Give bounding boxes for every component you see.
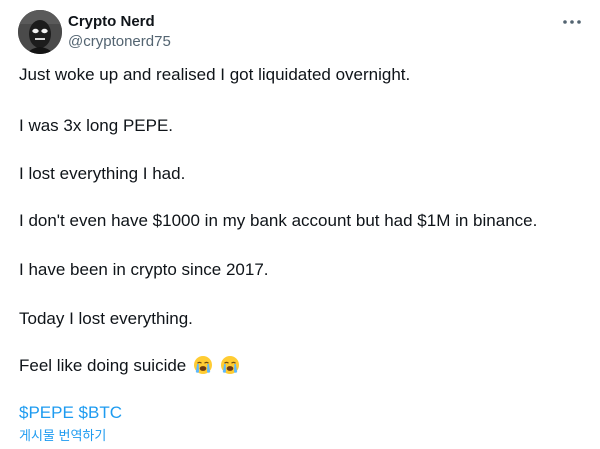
tweet-line-last: Feel like doing suicide	[19, 355, 240, 377]
display-name[interactable]: Crypto Nerd	[68, 13, 155, 31]
tweet-line: I lost everything I had.	[19, 164, 186, 183]
tweet-line: I don't even have $1000 in my bank accou…	[19, 211, 538, 230]
masked-person-avatar-icon	[18, 10, 62, 54]
avatar[interactable]	[18, 10, 62, 54]
tweet-line: Today I lost everything.	[19, 309, 193, 328]
tweet-line: Just woke up and realised I got liquidat…	[19, 65, 411, 84]
cashtag-link[interactable]: $BTC	[79, 403, 122, 422]
cashtags: $PEPE $BTC	[19, 402, 122, 424]
translate-post-link[interactable]: 게시물 번역하기	[19, 428, 106, 444]
loudly-crying-face-icon	[194, 356, 212, 374]
tweet-line: I was 3x long PEPE.	[19, 116, 174, 135]
user-handle[interactable]: @cryptonerd75	[68, 33, 171, 51]
tweet-line: I have been in crypto since 2017.	[19, 260, 269, 279]
cashtag-link[interactable]: $PEPE	[19, 403, 74, 422]
loudly-crying-face-icon	[220, 356, 239, 374]
more-options-button[interactable]	[560, 12, 584, 32]
tweet-card: Crypto Nerd @cryptonerd75 Just woke up a…	[0, 0, 600, 449]
more-horizontal-icon	[563, 20, 581, 24]
tweet-line-text: Feel like doing suicide	[19, 356, 187, 375]
